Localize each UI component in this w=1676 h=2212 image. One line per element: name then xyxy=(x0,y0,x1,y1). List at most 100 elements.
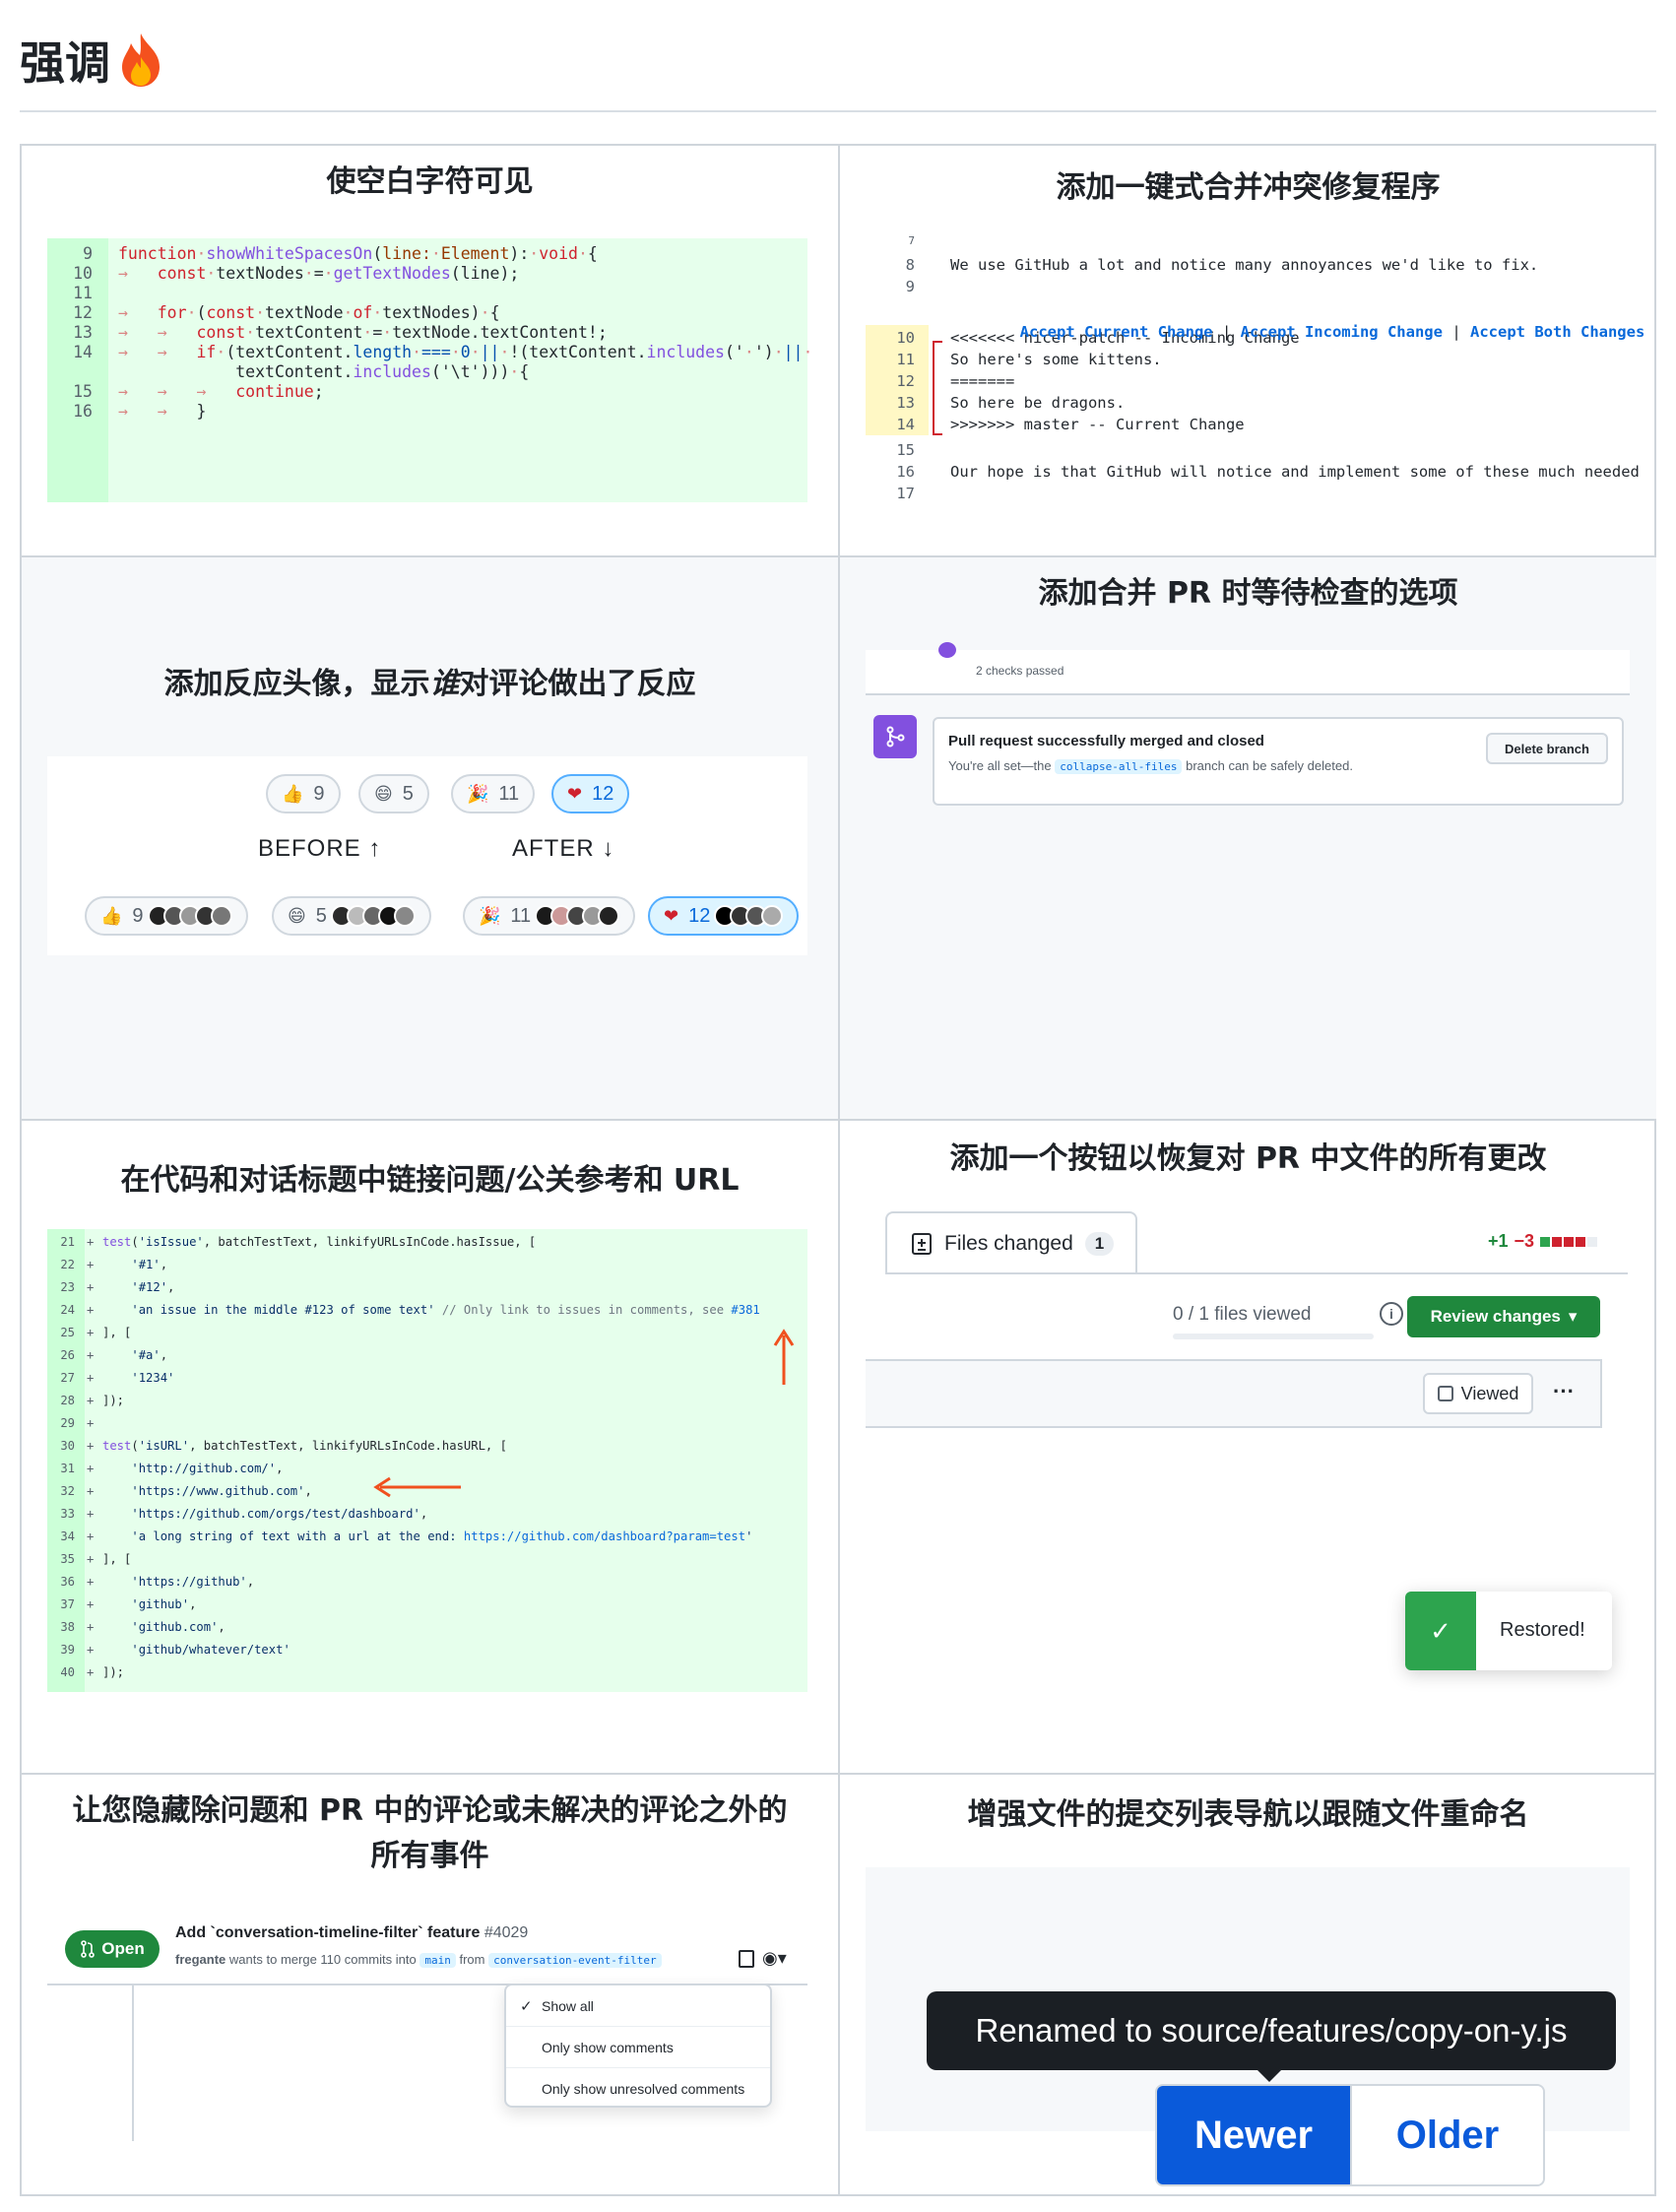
reaction-thumbs-up-avatars[interactable]: 👍 9 xyxy=(85,896,248,936)
line-number: 39 xyxy=(60,1643,75,1657)
line-number: 14 xyxy=(896,416,915,433)
line-number: 10 xyxy=(896,329,915,347)
code-line: '#12', xyxy=(131,1280,175,1294)
diff-plus: + xyxy=(87,1326,95,1339)
tada-icon: 🎉 xyxy=(467,783,489,805)
code-line: → for·(const·textNode·of·textNodes)·{ xyxy=(118,303,500,322)
code-line: '#1', xyxy=(131,1258,168,1271)
check-icon: ✓ xyxy=(520,1997,533,2015)
code-line: '#a', xyxy=(131,1348,168,1362)
clipboard-icon[interactable] xyxy=(739,1950,754,1968)
reaction-heart-avatars[interactable]: ❤ 12 xyxy=(648,896,800,936)
diff-plus: + xyxy=(87,1575,95,1589)
accept-both-button[interactable]: Accept Both Changes xyxy=(1470,323,1644,341)
line-number: 7 xyxy=(908,234,915,247)
code-line: → const·textNodes·=·getTextNodes(line); xyxy=(118,264,520,283)
toast-message: Restored! xyxy=(1500,1619,1585,1641)
before-label: BEFORE ↑ xyxy=(258,835,382,862)
line-number: 30 xyxy=(60,1439,75,1453)
menu-item-only-unresolved[interactable]: Only show unresolved comments xyxy=(506,2068,770,2110)
info-icon[interactable]: i xyxy=(1380,1302,1403,1326)
reaction-smile[interactable]: 😄 5 xyxy=(358,774,429,813)
cell-rename: 增强文件的提交列表导航以跟随文件重命名 Renamed to source/fe… xyxy=(840,1775,1656,2196)
reaction-tada-avatars[interactable]: 🎉 11 xyxy=(463,896,636,936)
reaction-smile-avatars[interactable]: 😄 5 xyxy=(272,896,431,936)
line-number: 33 xyxy=(60,1507,75,1521)
line-number: 36 xyxy=(60,1575,75,1589)
reaction-thumbs-up[interactable]: 👍 9 xyxy=(266,774,341,813)
code-block: 21 + test('isIssue', batchTestText, linkif… xyxy=(47,1229,807,1692)
reaction-tada[interactable]: 🎉 11 xyxy=(451,774,536,813)
checkbox-icon xyxy=(1437,1386,1453,1401)
conflict-bracket xyxy=(933,341,942,435)
code-line: '1234' xyxy=(131,1371,175,1385)
newer-button[interactable]: Newer xyxy=(1157,2086,1350,2184)
rename-tooltip: Renamed to source/features/copy-on-y.js xyxy=(927,1991,1616,2070)
menu-item-show-all[interactable]: ✓ Show all xyxy=(506,1985,770,2027)
accept-current-button[interactable]: Accept Current Change xyxy=(1020,323,1213,341)
line-number: 24 xyxy=(60,1303,75,1317)
heart-icon: ❤ xyxy=(664,905,679,927)
timeline-line xyxy=(132,1985,134,2141)
reaction-heart[interactable]: ❤ 12 xyxy=(551,774,630,813)
line-number: 32 xyxy=(60,1484,75,1498)
viewed-checkbox-button[interactable]: Viewed xyxy=(1423,1373,1533,1414)
diff-plus: + xyxy=(87,1235,95,1249)
code-line: 'http://github.com/', xyxy=(131,1462,284,1475)
tab-files-changed[interactable]: Files changed 1 xyxy=(885,1211,1137,1274)
code-line: ], [ xyxy=(102,1552,132,1566)
tab-underline xyxy=(885,1272,1628,1274)
line-number: 38 xyxy=(60,1620,75,1634)
merge-panel: 2 checks passed Pull request successfull… xyxy=(866,642,1630,1064)
line-number: 27 xyxy=(60,1371,75,1385)
line-number: 10 xyxy=(73,264,93,283)
arrow-left-annotation xyxy=(373,1476,461,1498)
reactor-avatars xyxy=(535,905,620,927)
kebab-menu-icon[interactable]: ··· xyxy=(1553,1379,1575,1404)
code-line: textContent.includes('\t')))·{ xyxy=(118,362,530,381)
line-number: 40 xyxy=(60,1665,75,1679)
timeline-filter-menu: ✓ Show all Only show comments Only show u… xyxy=(504,1984,772,2108)
thumbs-up-icon: 👍 xyxy=(282,783,304,805)
line-number: 29 xyxy=(60,1416,75,1430)
accept-incoming-button[interactable]: Accept Incoming Change xyxy=(1241,323,1443,341)
eye-dropdown-icon[interactable]: ◉▾ xyxy=(762,1948,787,1969)
reactor-avatars xyxy=(714,905,784,927)
pr-header: Open Add `conversation-timeline-filter` … xyxy=(47,1913,807,1982)
code-block: 9 function·showWhiteSpacesOn(line:·Elemen… xyxy=(47,238,812,502)
review-changes-button[interactable]: Review changes ▾ xyxy=(1407,1296,1600,1337)
diff-plus: + xyxy=(87,1348,95,1362)
cell-title: 增强文件的提交列表导航以跟随文件重命名 xyxy=(967,1797,1529,1832)
code-line: We use GitHub a lot and notice many anno… xyxy=(950,256,1539,274)
line-number: 14 xyxy=(73,343,93,361)
cell-title: 添加合并 PR 时等待检查的选项 xyxy=(1038,576,1458,611)
diff-stat: +1 −3 xyxy=(1488,1231,1598,1252)
line-number: 34 xyxy=(60,1529,75,1543)
line-number: 26 xyxy=(60,1348,75,1362)
cell-title: 添加一键式合并冲突修复程序 xyxy=(1056,170,1441,205)
menu-item-only-comments[interactable]: Only show comments xyxy=(506,2027,770,2068)
line-number: 16 xyxy=(73,402,93,421)
code-line: ]); xyxy=(102,1665,125,1679)
diff-plus: + xyxy=(87,1303,95,1317)
line-number: 28 xyxy=(60,1394,75,1407)
line-number: 37 xyxy=(60,1597,75,1611)
diff-plus: + xyxy=(87,1462,95,1475)
cell-merge: 添加合并 PR 时等待检查的选项 2 checks passed Pull re… xyxy=(840,557,1656,1119)
older-button[interactable]: Older xyxy=(1350,2086,1543,2184)
cell-hide-events: 让您隐藏除问题和 PR 中的评论或未解决的评论之外的 所有事件 Open Add… xyxy=(22,1775,838,2196)
code-line: → → const·textContent·=·textNode.textCon… xyxy=(118,323,608,342)
cell-title: 使空白字符可见 xyxy=(326,164,534,199)
diff-plus: + xyxy=(87,1665,95,1679)
pr-title: Add `conversation-timeline-filter` featu… xyxy=(175,1924,529,1941)
delete-branch-button[interactable]: Delete branch xyxy=(1486,733,1608,764)
heart-icon: ❤ xyxy=(567,783,583,805)
cell-whitespace: 使空白字符可见 9 function·showWhiteSpacesOn(line… xyxy=(22,146,838,555)
thumbs-up-icon: 👍 xyxy=(100,905,123,927)
diff-plus: + xyxy=(87,1620,95,1634)
line-number: 13 xyxy=(73,323,93,342)
code-line: 'https://github.com/orgs/test/dashboard'… xyxy=(131,1507,428,1521)
smile-icon: 😄 xyxy=(288,905,306,927)
line-number: 12 xyxy=(73,303,93,322)
line-number: 11 xyxy=(73,284,93,302)
